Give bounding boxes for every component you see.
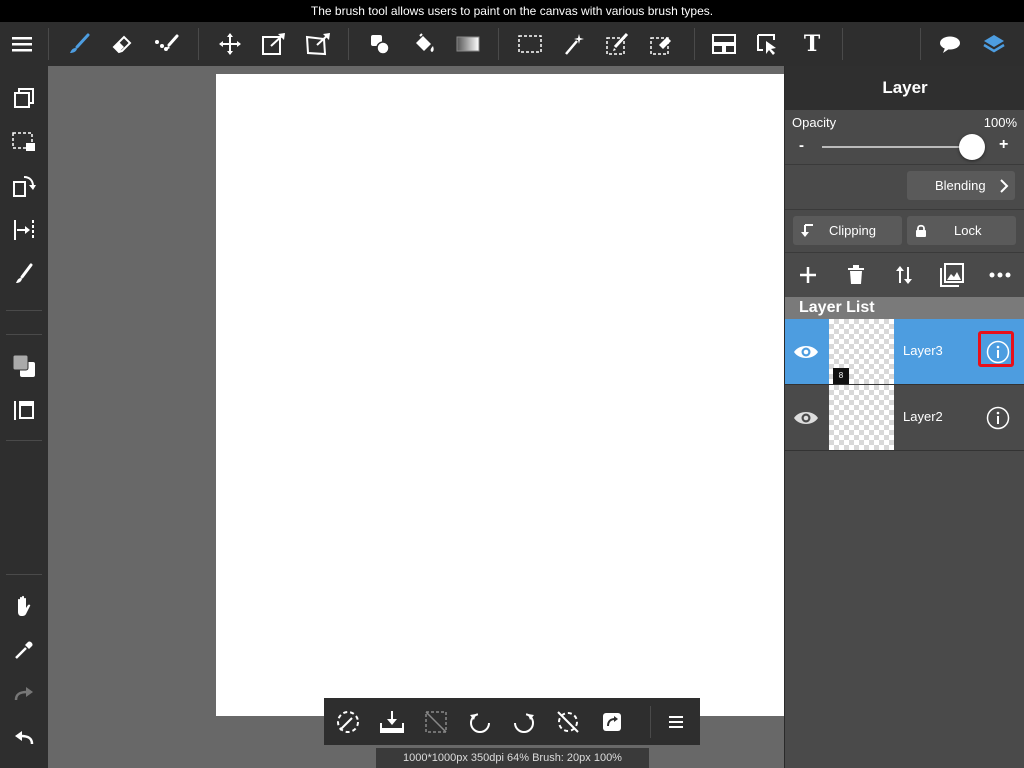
layer-info-icon[interactable] (985, 405, 1011, 431)
clip-lock-row: Clipping Lock (785, 210, 1024, 253)
select-eraser-icon[interactable] (646, 28, 678, 60)
layer-property-icon[interactable] (8, 394, 40, 426)
opacity-decrease-button[interactable]: - (799, 137, 804, 154)
status-text: 1000*1000px 350dpi 64% Brush: 20px 100% (403, 752, 622, 764)
tooltip-text: The brush tool allows users to paint on … (310, 4, 714, 18)
separator (6, 574, 42, 575)
transform-icon[interactable] (258, 28, 290, 60)
layer-info-icon[interactable] (985, 339, 1011, 365)
separator (48, 28, 49, 60)
menu-icon[interactable] (6, 28, 38, 60)
save-icon[interactable] (376, 706, 408, 738)
layers-icon[interactable] (978, 28, 1010, 60)
delete-layer-icon[interactable] (840, 259, 872, 291)
text-icon[interactable]: T (796, 28, 828, 60)
separator (842, 28, 843, 60)
undo-icon[interactable] (8, 722, 40, 754)
select-layer-icon[interactable] (752, 28, 784, 60)
clipping-icon (801, 224, 813, 237)
layer-thumbnail (829, 385, 894, 450)
blending-button[interactable]: Blending (907, 171, 1015, 200)
opacity-slider-handle[interactable] (959, 134, 985, 160)
move-icon[interactable] (214, 28, 246, 60)
separator (6, 334, 42, 335)
opacity-value: 100% (983, 115, 1017, 130)
separator (498, 28, 499, 60)
layer-actions-row (785, 253, 1024, 297)
separator (6, 310, 42, 311)
shape-fill-icon[interactable] (364, 28, 396, 60)
more-options-icon[interactable] (984, 259, 1016, 291)
eraser-icon[interactable] (107, 28, 139, 60)
warp-icon[interactable] (302, 28, 334, 60)
selection-layer-icon[interactable] (8, 126, 40, 158)
panel-title: Layer (785, 66, 1024, 110)
text-tool-glyph: T (803, 31, 821, 57)
layer-badge: 8 (833, 368, 849, 384)
bucket-icon[interactable] (408, 28, 440, 60)
lock-label: Lock (954, 223, 982, 238)
blending-row: Blending (785, 165, 1024, 210)
layout-icon[interactable] (708, 28, 740, 60)
separator (6, 440, 42, 441)
import-image-icon[interactable] (936, 259, 968, 291)
opacity-increase-button[interactable]: + (999, 136, 1008, 154)
quick-bar (324, 698, 700, 745)
separator (348, 28, 349, 60)
visibility-eye-icon[interactable] (793, 405, 819, 431)
duplicate-icon[interactable] (8, 82, 40, 114)
layer-list-header: Layer List (785, 297, 1024, 319)
eyedropper-icon[interactable] (8, 634, 40, 666)
layer-row-layer3[interactable]: 8 Layer3 (785, 319, 1024, 385)
speech-bubble-icon[interactable] (934, 28, 966, 60)
deselect-rotate-icon[interactable] (332, 706, 364, 738)
color-swatch[interactable] (8, 350, 40, 382)
separator (920, 28, 921, 60)
hand-icon[interactable] (8, 590, 40, 622)
quick-menu-icon[interactable] (660, 706, 692, 738)
separator (650, 706, 651, 738)
opacity-slider-track[interactable] (822, 146, 972, 148)
brush-size-icon[interactable] (8, 258, 40, 290)
select-rect-icon[interactable] (514, 28, 546, 60)
opacity-row: Opacity 100% - + (785, 110, 1024, 165)
rotate-right-icon[interactable] (508, 706, 540, 738)
layer-panel: Layer Opacity 100% - + Blending Clipping… (784, 66, 1024, 768)
rotate-left-icon[interactable] (464, 706, 496, 738)
redo-icon[interactable] (8, 678, 40, 710)
separator (198, 28, 199, 60)
status-bar: 1000*1000px 350dpi 64% Brush: 20px 100% (376, 748, 649, 768)
gradient-icon[interactable] (452, 28, 484, 60)
lock-icon (916, 224, 926, 237)
reset-rotation-icon[interactable] (552, 706, 584, 738)
clear-selection-icon[interactable] (420, 706, 452, 738)
add-layer-icon[interactable] (792, 259, 824, 291)
smudge-icon[interactable] (151, 28, 183, 60)
left-toolbar (0, 66, 48, 768)
tooltip-bar: The brush tool allows users to paint on … (0, 0, 1024, 22)
share-icon[interactable] (596, 706, 628, 738)
layer-row-layer2[interactable]: Layer2 (785, 385, 1024, 451)
blending-label: Blending (935, 178, 986, 193)
layer-name: Layer2 (903, 409, 943, 424)
top-toolbar: T (0, 22, 1024, 66)
select-pen-icon[interactable] (602, 28, 634, 60)
layer-name: Layer3 (903, 343, 943, 358)
move-layer-icon[interactable] (888, 259, 920, 291)
magic-wand-icon[interactable] (558, 28, 590, 60)
drawing-canvas[interactable] (216, 74, 784, 716)
opacity-label: Opacity (792, 115, 837, 130)
rotate-layer-icon[interactable] (8, 170, 40, 202)
chevron-right-icon (1000, 179, 1009, 193)
visibility-eye-icon[interactable] (793, 339, 819, 365)
clipping-button[interactable]: Clipping (793, 216, 902, 245)
separator (694, 28, 695, 60)
lock-button[interactable]: Lock (907, 216, 1016, 245)
clipping-label: Clipping (829, 223, 876, 238)
flip-icon[interactable] (8, 214, 40, 246)
brush-icon[interactable] (63, 28, 95, 60)
